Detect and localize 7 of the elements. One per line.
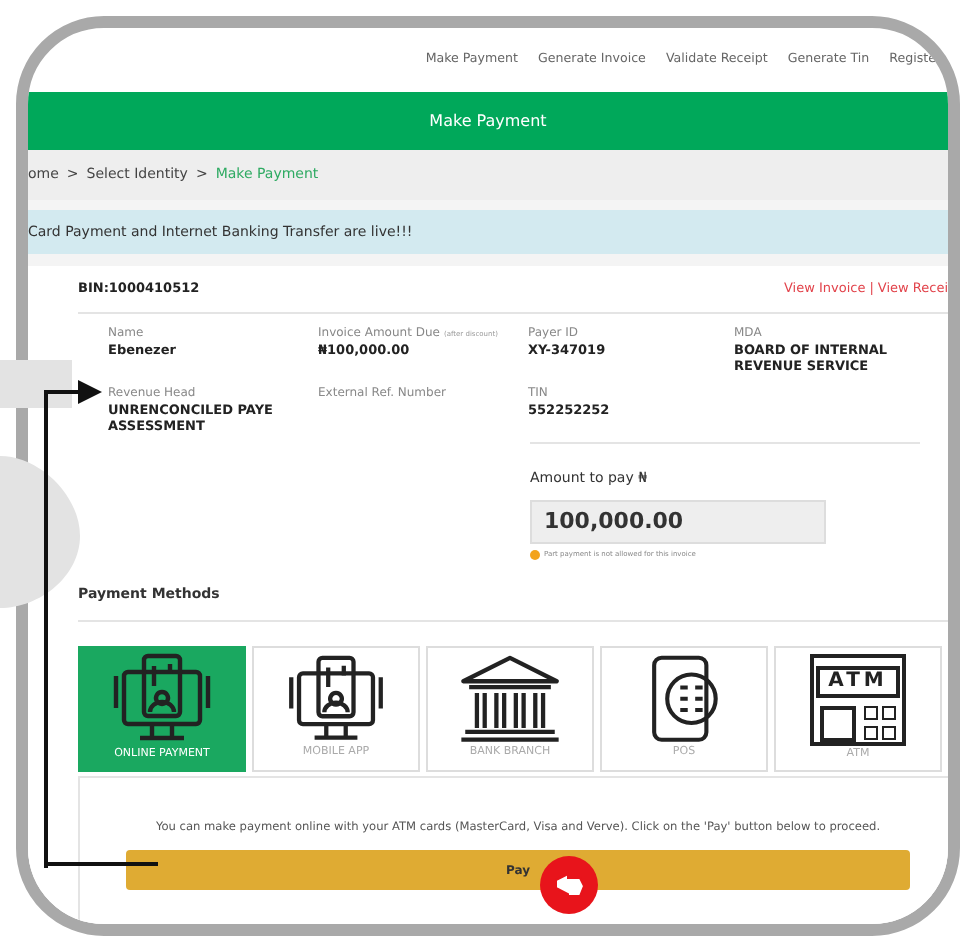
amount-field[interactable]: 100,000.00 — [530, 500, 826, 544]
atm-machine-icon: ATM — [810, 654, 906, 747]
page-header: Make Payment — [28, 92, 948, 150]
bank-building-icon — [456, 654, 564, 744]
card-terminal-icon — [286, 654, 386, 744]
warning-icon — [530, 550, 540, 561]
card-terminal-icon — [112, 652, 212, 745]
